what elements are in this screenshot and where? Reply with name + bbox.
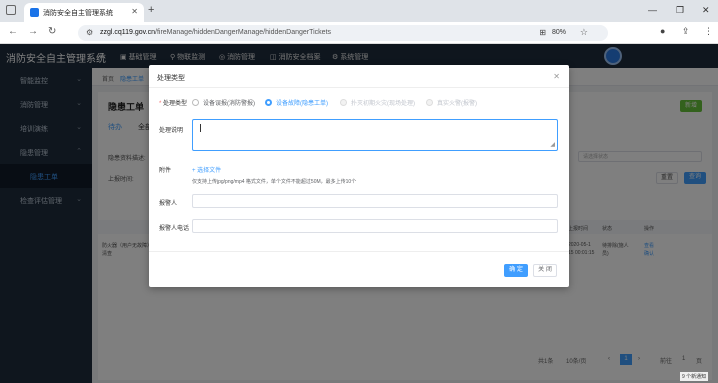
upload-file-link[interactable]: + 选择文件 xyxy=(192,165,221,174)
radio-initial-fire[interactable]: 扑灭初期火灾(现场处理) xyxy=(340,98,415,107)
radio-circle-icon xyxy=(426,99,433,106)
type-label: * 处理类型 xyxy=(159,101,188,107)
text-caret xyxy=(200,124,201,132)
attach-label: 附件 xyxy=(159,168,172,174)
reporter-input[interactable] xyxy=(192,194,558,208)
confirm-button[interactable]: 确 定 xyxy=(504,264,528,277)
dialog-divider xyxy=(149,87,569,88)
back-icon[interactable]: ← xyxy=(8,26,18,37)
close-window-icon[interactable]: ✕ xyxy=(702,5,710,16)
footer-divider xyxy=(149,251,569,252)
new-tab-icon[interactable]: + xyxy=(148,4,154,16)
close-icon[interactable]: ✕ xyxy=(553,72,560,81)
zoom-level[interactable]: 80% xyxy=(552,29,566,36)
radio-circle-icon xyxy=(192,99,199,106)
share-icon[interactable]: ⇪ xyxy=(682,26,690,37)
maximize-icon[interactable]: ❐ xyxy=(676,5,684,16)
notification-badge[interactable]: 9 个新通知 xyxy=(680,372,709,381)
browser-tab[interactable]: 消防安全自主管理系统 ✕ xyxy=(24,3,144,22)
site-info-icon[interactable]: ⚙ xyxy=(86,28,93,37)
menu-dots-icon[interactable]: ⋮ xyxy=(704,26,713,37)
tab-list-icon[interactable] xyxy=(6,5,16,15)
forward-icon[interactable]: → xyxy=(28,26,38,37)
tab-title: 消防安全自主管理系统 xyxy=(43,10,113,17)
close-tab-icon[interactable]: ✕ xyxy=(131,7,138,16)
opinion-label: 处理说明 xyxy=(159,128,184,134)
cancel-button[interactable]: 关 闭 xyxy=(533,264,557,277)
url-text: zzgl.cq119.gov.cn/fireManage/hiddenDange… xyxy=(100,29,332,36)
reload-icon[interactable]: ↻ xyxy=(48,26,56,37)
extension-icon[interactable]: ● xyxy=(660,26,665,36)
site-favicon-icon xyxy=(30,8,39,17)
radio-false-alarm[interactable]: 设备误报(消防警报) xyxy=(192,98,255,107)
address-bar: ← → ↻ ⚙ zzgl.cq119.gov.cn/fireManage/hid… xyxy=(0,22,718,44)
bookmark-star-icon[interactable]: ☆ xyxy=(580,27,588,38)
dialog-title: 处理类型 xyxy=(157,75,185,82)
zoom-icon[interactable]: ⊞ xyxy=(539,28,546,37)
minimize-icon[interactable]: — xyxy=(648,5,657,15)
handle-type-dialog: 处理类型 ✕ * 处理类型 设备误报(消防警报) 设备故障(隐患工单) 扑灭初期… xyxy=(149,65,569,287)
upload-hint: 仅支持上传jpg/png/mp4 格式文件，单个文件不能超过50M，最多上传10… xyxy=(192,179,357,185)
phone-input[interactable] xyxy=(192,219,558,233)
reporter-label: 报警人 xyxy=(159,201,178,207)
radio-real-fire[interactable]: 真实火警(报警) xyxy=(426,98,477,107)
phone-label: 报警人电话 xyxy=(159,226,190,232)
opinion-textarea[interactable]: ◢ xyxy=(192,119,558,151)
browser-tabbar: 消防安全自主管理系统 ✕ + — ❐ ✕ xyxy=(0,0,718,22)
resize-grip-icon[interactable]: ◢ xyxy=(550,141,555,148)
radio-circle-icon xyxy=(340,99,347,106)
radio-circle-icon xyxy=(265,99,272,106)
radio-equipment-fault[interactable]: 设备故障(隐患工单) xyxy=(265,98,328,107)
url-field[interactable]: ⚙ zzgl.cq119.gov.cn/fireManage/hiddenDan… xyxy=(78,25,608,41)
